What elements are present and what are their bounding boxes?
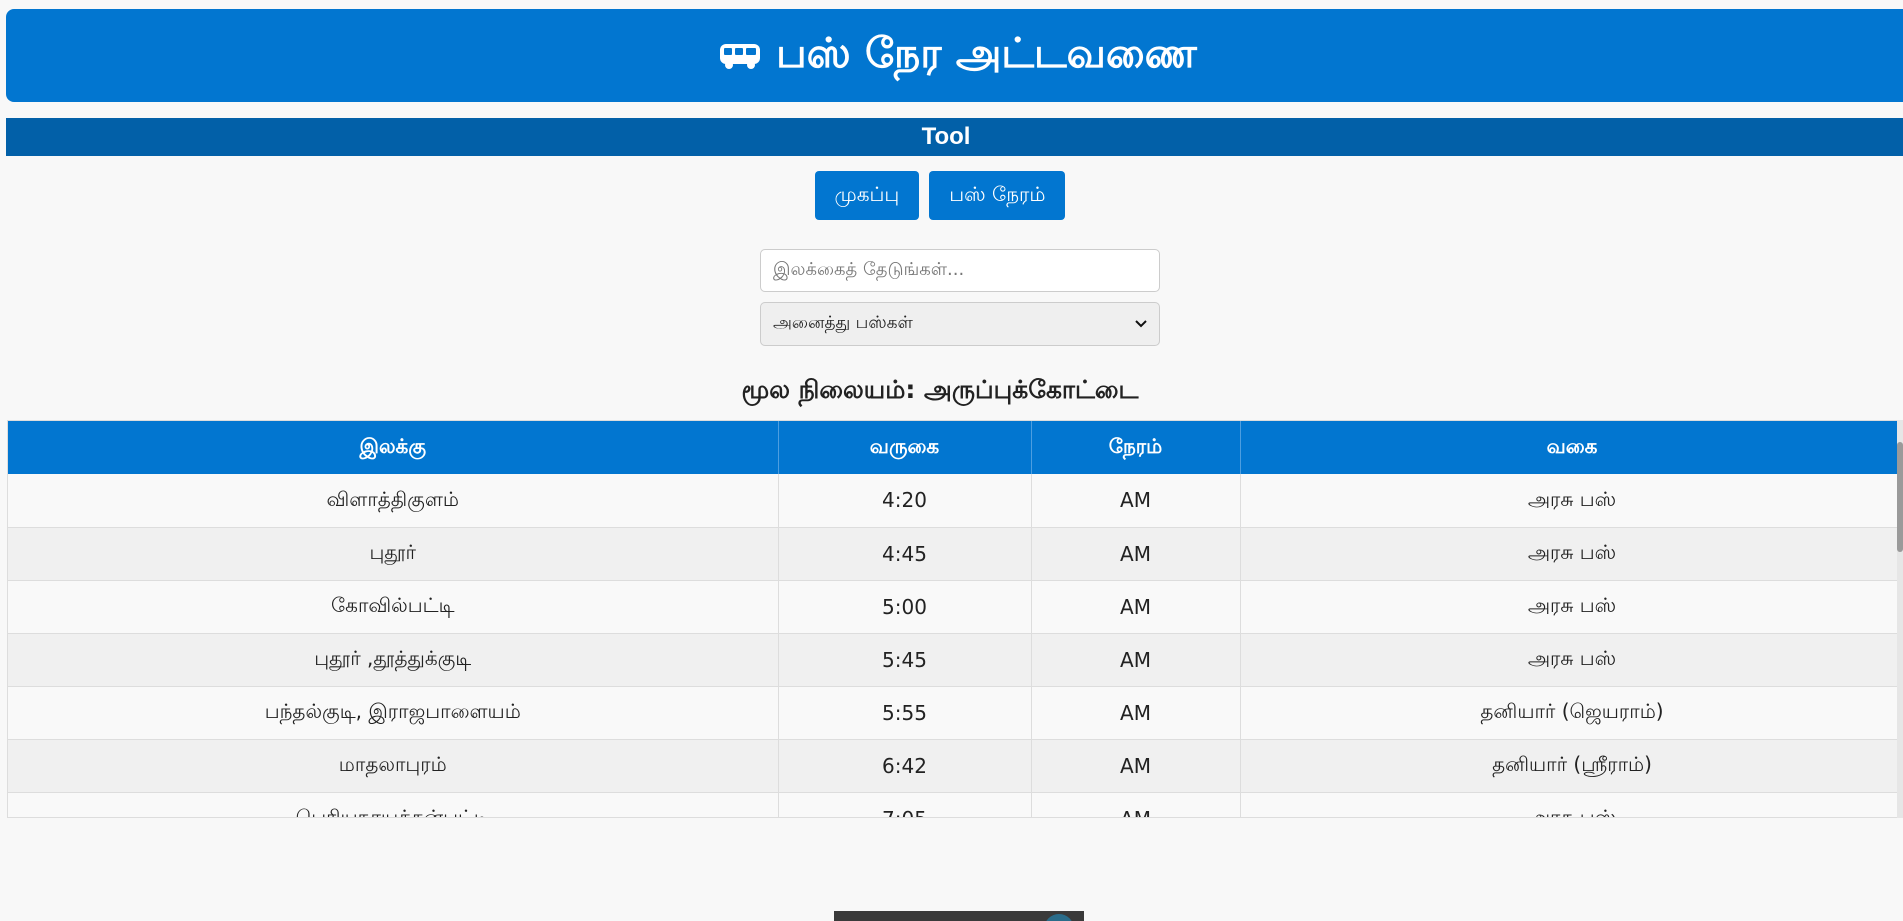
bus-time-button[interactable]: பஸ் நேரம் xyxy=(929,171,1066,220)
bus-icon xyxy=(720,43,761,69)
cell-time: AM xyxy=(1031,686,1241,740)
cell-destination: புதூர் xyxy=(8,527,779,581)
cell-type: அரசு பஸ் xyxy=(1240,633,1902,687)
cell-time: AM xyxy=(1031,792,1241,817)
bus-filter-value: அனைத்து பஸ்கள் xyxy=(773,313,913,333)
header-arrival: வருகை xyxy=(778,421,1032,474)
cell-time: AM xyxy=(1031,633,1241,687)
cell-time: AM xyxy=(1031,739,1241,793)
cell-type: தனியார் (ஜெயராம்) xyxy=(1240,686,1902,740)
search-input[interactable]: இலக்கைத் தேடுங்கள்... xyxy=(760,249,1160,292)
cell-destination: விளாத்திகுளம் xyxy=(8,474,779,528)
footer-widget xyxy=(834,911,1084,921)
nav-buttons: முகப்பு பஸ் நேரம் xyxy=(0,171,1903,220)
cell-arrival: 5:00 xyxy=(778,580,1032,634)
cell-arrival: 4:45 xyxy=(778,527,1032,581)
tool-label: Tool xyxy=(921,123,971,150)
cell-arrival: 5:55 xyxy=(778,686,1032,740)
table-scrollbar[interactable] xyxy=(1897,420,1903,818)
bus-filter-select[interactable]: அனைத்து பஸ்கள் xyxy=(760,302,1160,346)
cell-destination: கோவில்பட்டி xyxy=(8,580,779,634)
header-time: நேரம் xyxy=(1031,421,1241,474)
tool-bar: Tool xyxy=(6,118,1903,156)
source-station: மூல நிலையம்: அருப்புக்கோட்டை xyxy=(741,375,1139,404)
cell-arrival: 7:05 xyxy=(778,792,1032,817)
table-row: புதூர் 4:45 AM அரசு பஸ் xyxy=(8,527,1902,581)
cell-type: தனியார் (ஸ்ரீராம்) xyxy=(1240,739,1902,793)
schedule-table-container[interactable]: இலக்கு வருகை நேரம் வகை விளாத்திகுளம் 4:2… xyxy=(7,420,1903,818)
header-destination: இலக்கு xyxy=(8,421,779,474)
cell-time: AM xyxy=(1031,580,1241,634)
header-type: வகை xyxy=(1240,421,1902,474)
cell-type: அரசு பஸ் xyxy=(1240,527,1902,581)
cell-destination: பெரியநாயக்கன்பட்டி xyxy=(8,792,779,817)
table-row: கோவில்பட்டி 5:00 AM அரசு பஸ் xyxy=(8,580,1902,634)
table-row: பெரியநாயக்கன்பட்டி 7:05 AM அரசு பஸ் xyxy=(8,792,1902,817)
cell-time: AM xyxy=(1031,474,1241,528)
chevron-down-icon xyxy=(1135,320,1147,328)
table-row: புதூர் ,தூத்துக்குடி 5:45 AM அரசு பஸ் xyxy=(8,633,1902,687)
cell-type: அரசு பஸ் xyxy=(1240,792,1902,817)
schedule-table: இலக்கு வருகை நேரம் வகை விளாத்திகுளம் 4:2… xyxy=(8,421,1902,817)
cell-type: அரசு பஸ் xyxy=(1240,580,1902,634)
table-header-row: இலக்கு வருகை நேரம் வகை xyxy=(8,421,1902,474)
page-title: பஸ் நேர அட்டவணை xyxy=(776,28,1197,77)
cell-destination: புதூர் ,தூத்துக்குடி xyxy=(8,633,779,687)
page-header: பஸ் நேர அட்டவணை xyxy=(6,9,1903,102)
cell-time: AM xyxy=(1031,527,1241,581)
cell-arrival: 5:45 xyxy=(778,633,1032,687)
search-placeholder: இலக்கைத் தேடுங்கள்... xyxy=(773,259,965,280)
cell-arrival: 4:20 xyxy=(778,474,1032,528)
scrollbar-thumb[interactable] xyxy=(1897,442,1903,552)
table-row: மாதலாபுரம் 6:42 AM தனியார் (ஸ்ரீராம்) xyxy=(8,739,1902,793)
home-button[interactable]: முகப்பு xyxy=(814,171,920,220)
cell-type: அரசு பஸ் xyxy=(1240,474,1902,528)
cell-arrival: 6:42 xyxy=(778,739,1032,793)
table-row: பந்தல்குடி, இராஜபாளையம் 5:55 AM தனியார் … xyxy=(8,686,1902,740)
footer-circle-icon xyxy=(1044,914,1074,921)
cell-destination: பந்தல்குடி, இராஜபாளையம் xyxy=(8,686,779,740)
table-row: விளாத்திகுளம் 4:20 AM அரசு பஸ் xyxy=(8,474,1902,528)
cell-destination: மாதலாபுரம் xyxy=(8,739,779,793)
